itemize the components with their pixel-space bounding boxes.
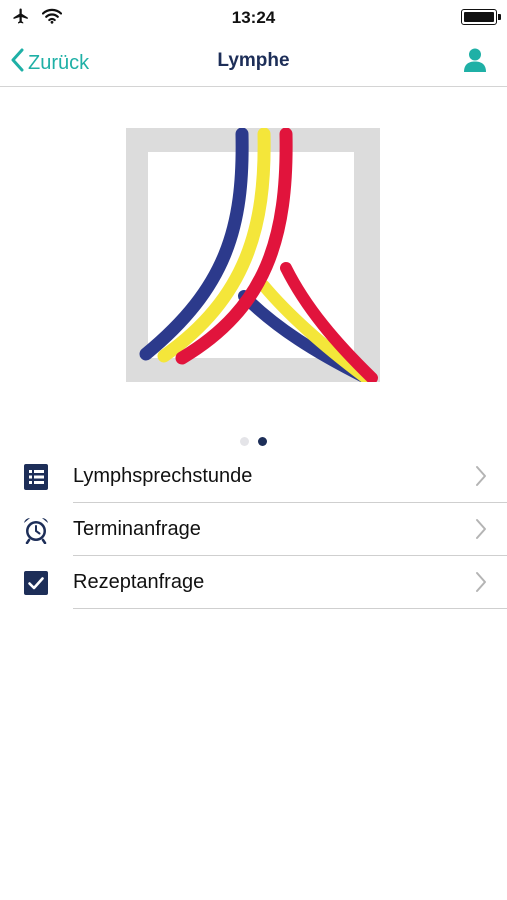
page-title: Lymphe (217, 50, 290, 71)
chevron-right-icon (475, 571, 487, 598)
checkbox-icon (22, 569, 50, 597)
user-icon[interactable] (463, 47, 487, 78)
list-item-label: Lymphsprechstunde (73, 465, 253, 487)
list-item-label: Terminanfrage (73, 518, 201, 540)
list-item-label: Rezeptanfrage (73, 571, 205, 593)
chevron-right-icon (475, 518, 487, 545)
list-item-lymphsprechstunde[interactable]: Lymphsprechstunde (0, 450, 507, 503)
alarm-clock-icon (22, 516, 50, 544)
battery-icon (461, 9, 501, 25)
page-dot[interactable] (240, 437, 249, 446)
page-indicator[interactable] (0, 437, 507, 446)
battery-level (464, 12, 494, 22)
lymph-logo (126, 127, 380, 384)
navigation-bar: Zurück Lymphe (0, 36, 507, 87)
chevron-right-icon (475, 465, 487, 492)
list-item-rezeptanfrage[interactable]: Rezeptanfrage (0, 556, 507, 609)
page-dot[interactable] (258, 437, 267, 446)
divider (73, 608, 507, 609)
status-time: 13:24 (231, 8, 276, 27)
status-bar: 13:24 (0, 0, 507, 36)
menu-list: Lymphsprechstunde Terminanfrage Rezeptan… (0, 450, 507, 609)
list-item-terminanfrage[interactable]: Terminanfrage (0, 503, 507, 556)
document-list-icon (22, 463, 50, 491)
